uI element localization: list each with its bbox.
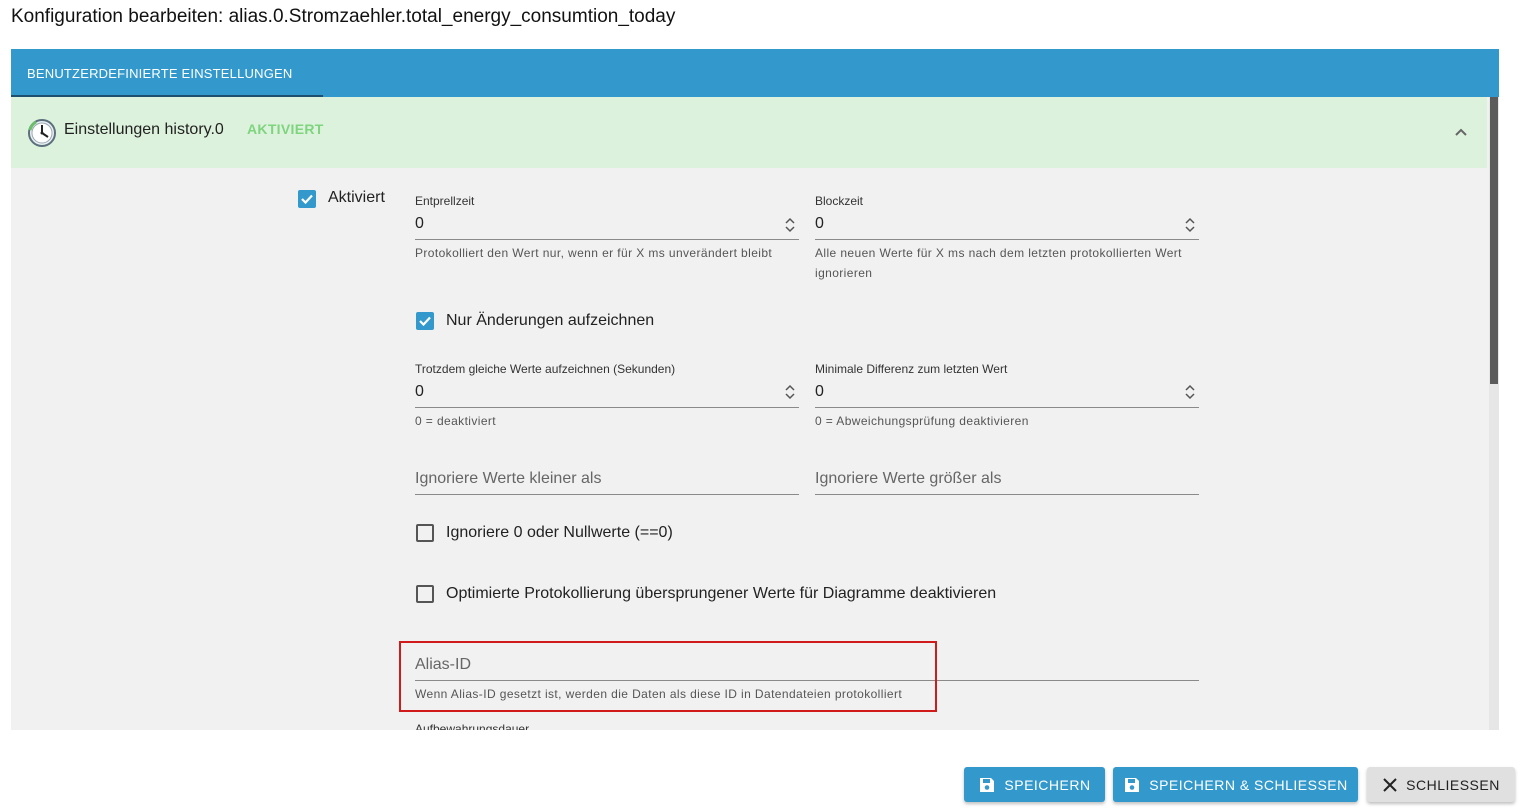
chevron-up-icon[interactable] bbox=[1449, 121, 1473, 145]
tab-custom-settings[interactable]: BENUTZERDEFINIERTE EINSTELLUNGEN bbox=[11, 49, 323, 97]
alias-id-highlight bbox=[399, 641, 937, 712]
debounce-input[interactable]: 0 bbox=[415, 215, 775, 233]
debounce-label: Entprellzeit bbox=[415, 194, 475, 208]
changes-relog-input[interactable]: 0 bbox=[415, 383, 775, 401]
changes-relog-underline bbox=[415, 407, 799, 408]
ignore-below-input[interactable]: Ignoriere Werte kleiner als bbox=[415, 470, 601, 488]
debounce-helper: Protokolliert den Wert nur, wenn er für … bbox=[415, 246, 773, 260]
floppy-disk-icon bbox=[980, 777, 995, 792]
changes-relog-label: Trotzdem gleiche Werte aufzeichnen (Seku… bbox=[415, 362, 676, 376]
blocktime-input[interactable]: 0 bbox=[815, 215, 1175, 233]
debounce-stepper-icon[interactable] bbox=[783, 216, 797, 234]
history-panel-header[interactable]: Einstellungen history.0 AKTIVIERT bbox=[11, 97, 1487, 168]
blocktime-stepper-icon[interactable] bbox=[1183, 216, 1197, 234]
ignore-above-underline bbox=[815, 494, 1199, 495]
close-icon bbox=[1383, 777, 1397, 792]
min-delta-underline bbox=[815, 407, 1199, 408]
tab-bar: BENUTZERDEFINIERTE EINSTELLUNGEN bbox=[11, 49, 1499, 97]
enabled-checkbox[interactable] bbox=[298, 190, 316, 208]
scrollbar-thumb[interactable] bbox=[1490, 97, 1498, 384]
disable-skipped-label: Optimierte Protokollierung übersprungene… bbox=[446, 585, 997, 602]
blocktime-label: Blockzeit bbox=[815, 194, 864, 208]
changes-relog-stepper-icon[interactable] bbox=[783, 383, 797, 401]
save-button[interactable]: SPEICHERN bbox=[964, 767, 1105, 802]
debounce-underline bbox=[415, 239, 799, 240]
save-close-button-label: SPEICHERN & SCHLIESSEN bbox=[1149, 776, 1348, 793]
disable-skipped-checkbox[interactable] bbox=[416, 585, 434, 603]
history-adapter-icon bbox=[27, 118, 57, 148]
panel-status-badge: AKTIVIERT bbox=[247, 121, 324, 137]
scrollbar[interactable] bbox=[1489, 97, 1499, 730]
min-delta-helper: 0 = Abweichungsprüfung deaktivieren bbox=[815, 414, 1029, 428]
blocktime-underline bbox=[815, 239, 1199, 240]
ignore-zero-checkbox[interactable] bbox=[416, 524, 434, 542]
dialog-title: Konfiguration bearbeiten: alias.0.Stromz… bbox=[11, 6, 676, 27]
floppy-disk-icon bbox=[1125, 777, 1140, 792]
changes-only-checkbox[interactable] bbox=[416, 312, 434, 330]
save-close-button[interactable]: SPEICHERN & SCHLIESSEN bbox=[1113, 767, 1358, 802]
min-delta-input[interactable]: 0 bbox=[815, 383, 1175, 401]
min-delta-stepper-icon[interactable] bbox=[1183, 383, 1197, 401]
min-delta-label: Minimale Differenz zum letzten Wert bbox=[815, 362, 1008, 376]
ignore-above-input[interactable]: Ignoriere Werte größer als bbox=[815, 470, 1001, 488]
retention-label: Aufbewahrungsdauer bbox=[415, 722, 530, 730]
ignore-zero-label: Ignoriere 0 oder Nullwerte (==0) bbox=[446, 524, 673, 541]
blocktime-helper: Alle neuen Werte für X ms nach dem letzt… bbox=[815, 246, 1182, 280]
save-button-label: SPEICHERN bbox=[1004, 776, 1091, 793]
close-button-label: SCHLIESSEN bbox=[1406, 776, 1500, 793]
changes-relog-helper: 0 = deaktiviert bbox=[415, 414, 497, 428]
close-button[interactable]: SCHLIESSEN bbox=[1367, 767, 1515, 802]
settings-content: Einstellungen history.0 AKTIVIERT Aktivi… bbox=[11, 97, 1499, 730]
changes-only-label: Nur Änderungen aufzeichnen bbox=[446, 312, 655, 329]
enabled-label: Aktiviert bbox=[328, 189, 385, 206]
panel-title: Einstellungen history.0 bbox=[64, 121, 224, 138]
ignore-below-underline bbox=[415, 494, 799, 495]
